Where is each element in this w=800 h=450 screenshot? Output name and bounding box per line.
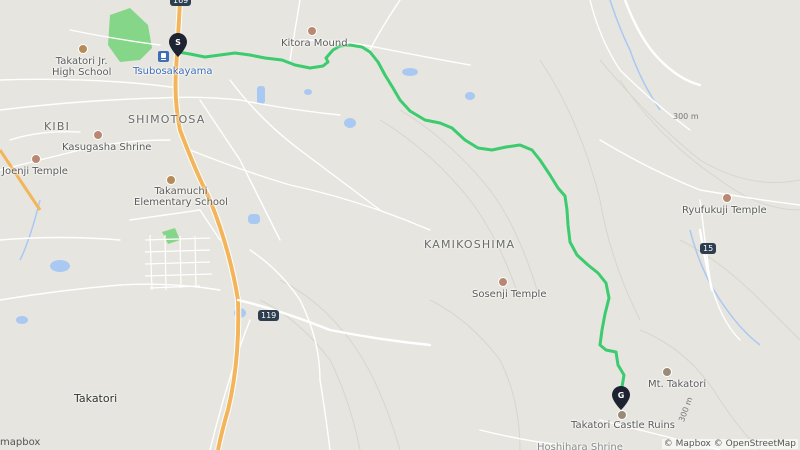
castle-ruins-icon[interactable]	[617, 410, 627, 420]
sosenji-temple-icon[interactable]	[498, 277, 508, 287]
train-station-icon[interactable]	[158, 51, 169, 62]
terrain-contours	[259, 59, 800, 450]
poi-label-sosenji-temple: Sosenji Temple	[472, 289, 547, 300]
area-label-kamikoshima: KAMIKOSHIMA	[424, 238, 516, 251]
kitora-mound-icon[interactable]	[307, 26, 317, 36]
school-icon-elementary[interactable]	[166, 175, 176, 185]
poi-label-joenji-temple: Joenji Temple	[2, 166, 68, 177]
poi-label-takatori-castle-ruins: Takatori Castle Ruins	[571, 420, 675, 431]
ryufukuji-temple-icon[interactable]	[722, 193, 732, 203]
route-shield-15: 15	[700, 243, 717, 254]
poi-label-cropped: Hoshihara Shrine	[537, 442, 623, 450]
poi-label-kasugasha-shrine: Kasugasha Shrine	[62, 142, 152, 153]
area-label-kibi: KIBI	[44, 120, 71, 133]
mountain-peak-icon[interactable]	[662, 367, 672, 377]
goal-marker-label: G	[618, 391, 625, 400]
place-label-takatori: Takatori	[74, 392, 118, 405]
park-area	[108, 8, 152, 62]
area-label-shimotosa: SHIMOTOSA	[128, 113, 206, 126]
poi-label-mt-takatori: Mt. Takatori	[648, 379, 707, 390]
poi-label-ryufukuji-temple: Ryufukuji Temple	[682, 205, 767, 216]
start-marker-label: S	[175, 38, 181, 47]
poi-label-tsubosakayama: Tsubosakayama	[133, 66, 213, 77]
map-view[interactable]: S G SHIMOTOSA KIBI KAMIKOSHIMA Takatori …	[0, 0, 800, 450]
route-shield-top: 169	[170, 0, 192, 6]
residential-grid	[144, 234, 213, 291]
temple-icon[interactable]	[31, 154, 41, 164]
school-icon[interactable]	[78, 44, 88, 54]
shrine-icon[interactable]	[93, 130, 103, 140]
route-shield-119: 119	[258, 310, 280, 321]
goal-marker[interactable]: G	[612, 386, 630, 410]
poi-label-takatori-jr-high-school: Takatori Jr. High School	[52, 56, 112, 78]
map-attribution[interactable]: © Mapbox © OpenStreetMap	[661, 439, 798, 449]
elevation-label: 300 m	[673, 112, 699, 121]
mapbox-logo[interactable]: mapbox	[0, 437, 40, 448]
poi-label-kitora-mound: Kitora Mound	[281, 38, 348, 49]
poi-label-takamuchi-elementary-school: Takamuchi Elementary School	[134, 186, 228, 208]
